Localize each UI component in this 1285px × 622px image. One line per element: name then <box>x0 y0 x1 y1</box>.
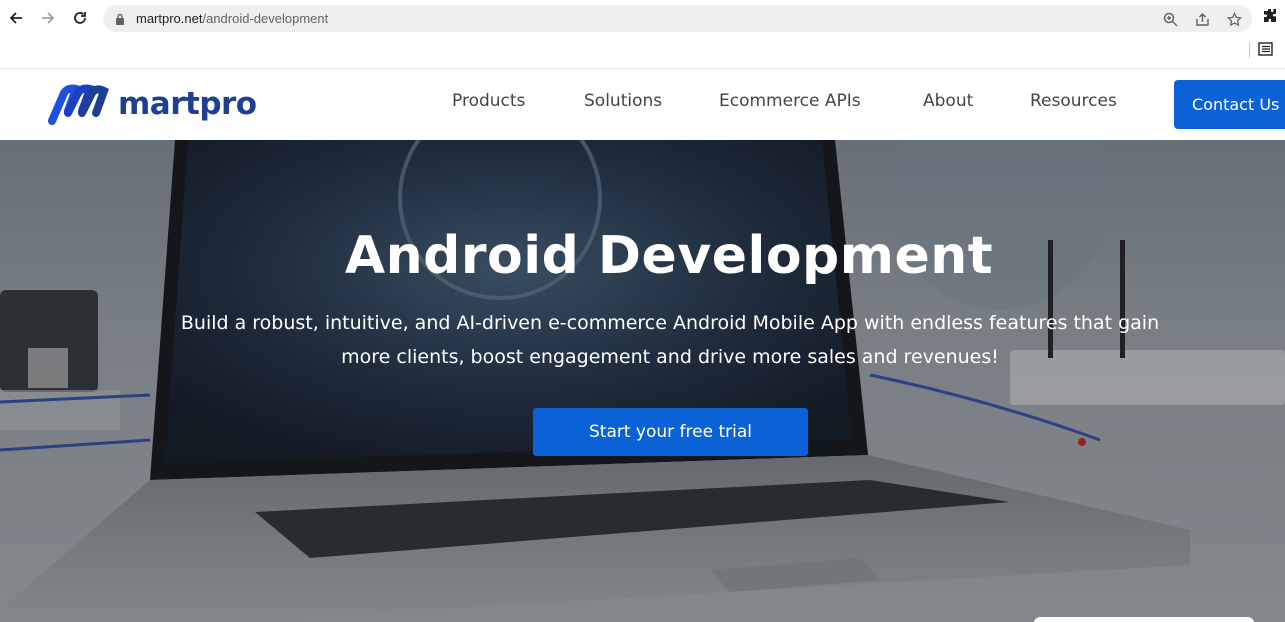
forward-arrow-icon[interactable] <box>35 5 61 31</box>
nav-item-resources[interactable]: Resources <box>1030 91 1117 111</box>
url-path: /android-development <box>202 11 329 26</box>
back-arrow-icon[interactable] <box>3 5 29 31</box>
nav-item-products[interactable]: Products <box>452 91 525 111</box>
nav-item-about[interactable]: About <box>923 91 973 111</box>
site-header: martpro Products Solutions Ecommerce API… <box>0 69 1285 140</box>
martpro-logo[interactable]: martpro <box>46 83 257 125</box>
zoom-icon[interactable] <box>1160 9 1180 29</box>
hero-section: Android Development Build a robust, intu… <box>0 140 1285 622</box>
address-bar[interactable]: martpro.net/android-development <box>103 5 1252 32</box>
reading-list-icon[interactable] <box>1258 42 1276 58</box>
hero-subtitle-line-1: Build a robust, intuitive, and AI-driven… <box>180 312 1160 334</box>
url-text: martpro.net/android-development <box>136 5 328 32</box>
hero-subtitle: Build a robust, intuitive, and AI-driven… <box>143 306 1197 374</box>
url-host: martpro.net <box>136 11 203 26</box>
hero-title: Android Development <box>344 226 994 286</box>
start-free-trial-button[interactable]: Start your free trial <box>533 408 808 456</box>
chat-widget-edge[interactable] <box>1034 617 1254 622</box>
lock-icon[interactable] <box>110 9 130 29</box>
extensions-icon[interactable] <box>1262 8 1282 28</box>
hero-background-image <box>0 140 1285 622</box>
share-icon[interactable] <box>1192 9 1212 29</box>
toolbar-divider <box>1249 42 1250 58</box>
hero-subtitle-line-2: more clients, boost engagement and drive… <box>341 346 999 368</box>
contact-us-button[interactable]: Contact Us <box>1174 80 1285 129</box>
nav-item-solutions[interactable]: Solutions <box>584 91 662 111</box>
logo-wordmark: martpro <box>118 86 257 122</box>
browser-toolbar: martpro.net/android-development <box>0 0 1285 69</box>
logo-mark-icon <box>48 84 109 125</box>
nav-item-ecommerce-apis[interactable]: Ecommerce APIs <box>719 91 861 111</box>
reload-icon[interactable] <box>67 5 93 31</box>
star-icon[interactable] <box>1224 9 1244 29</box>
